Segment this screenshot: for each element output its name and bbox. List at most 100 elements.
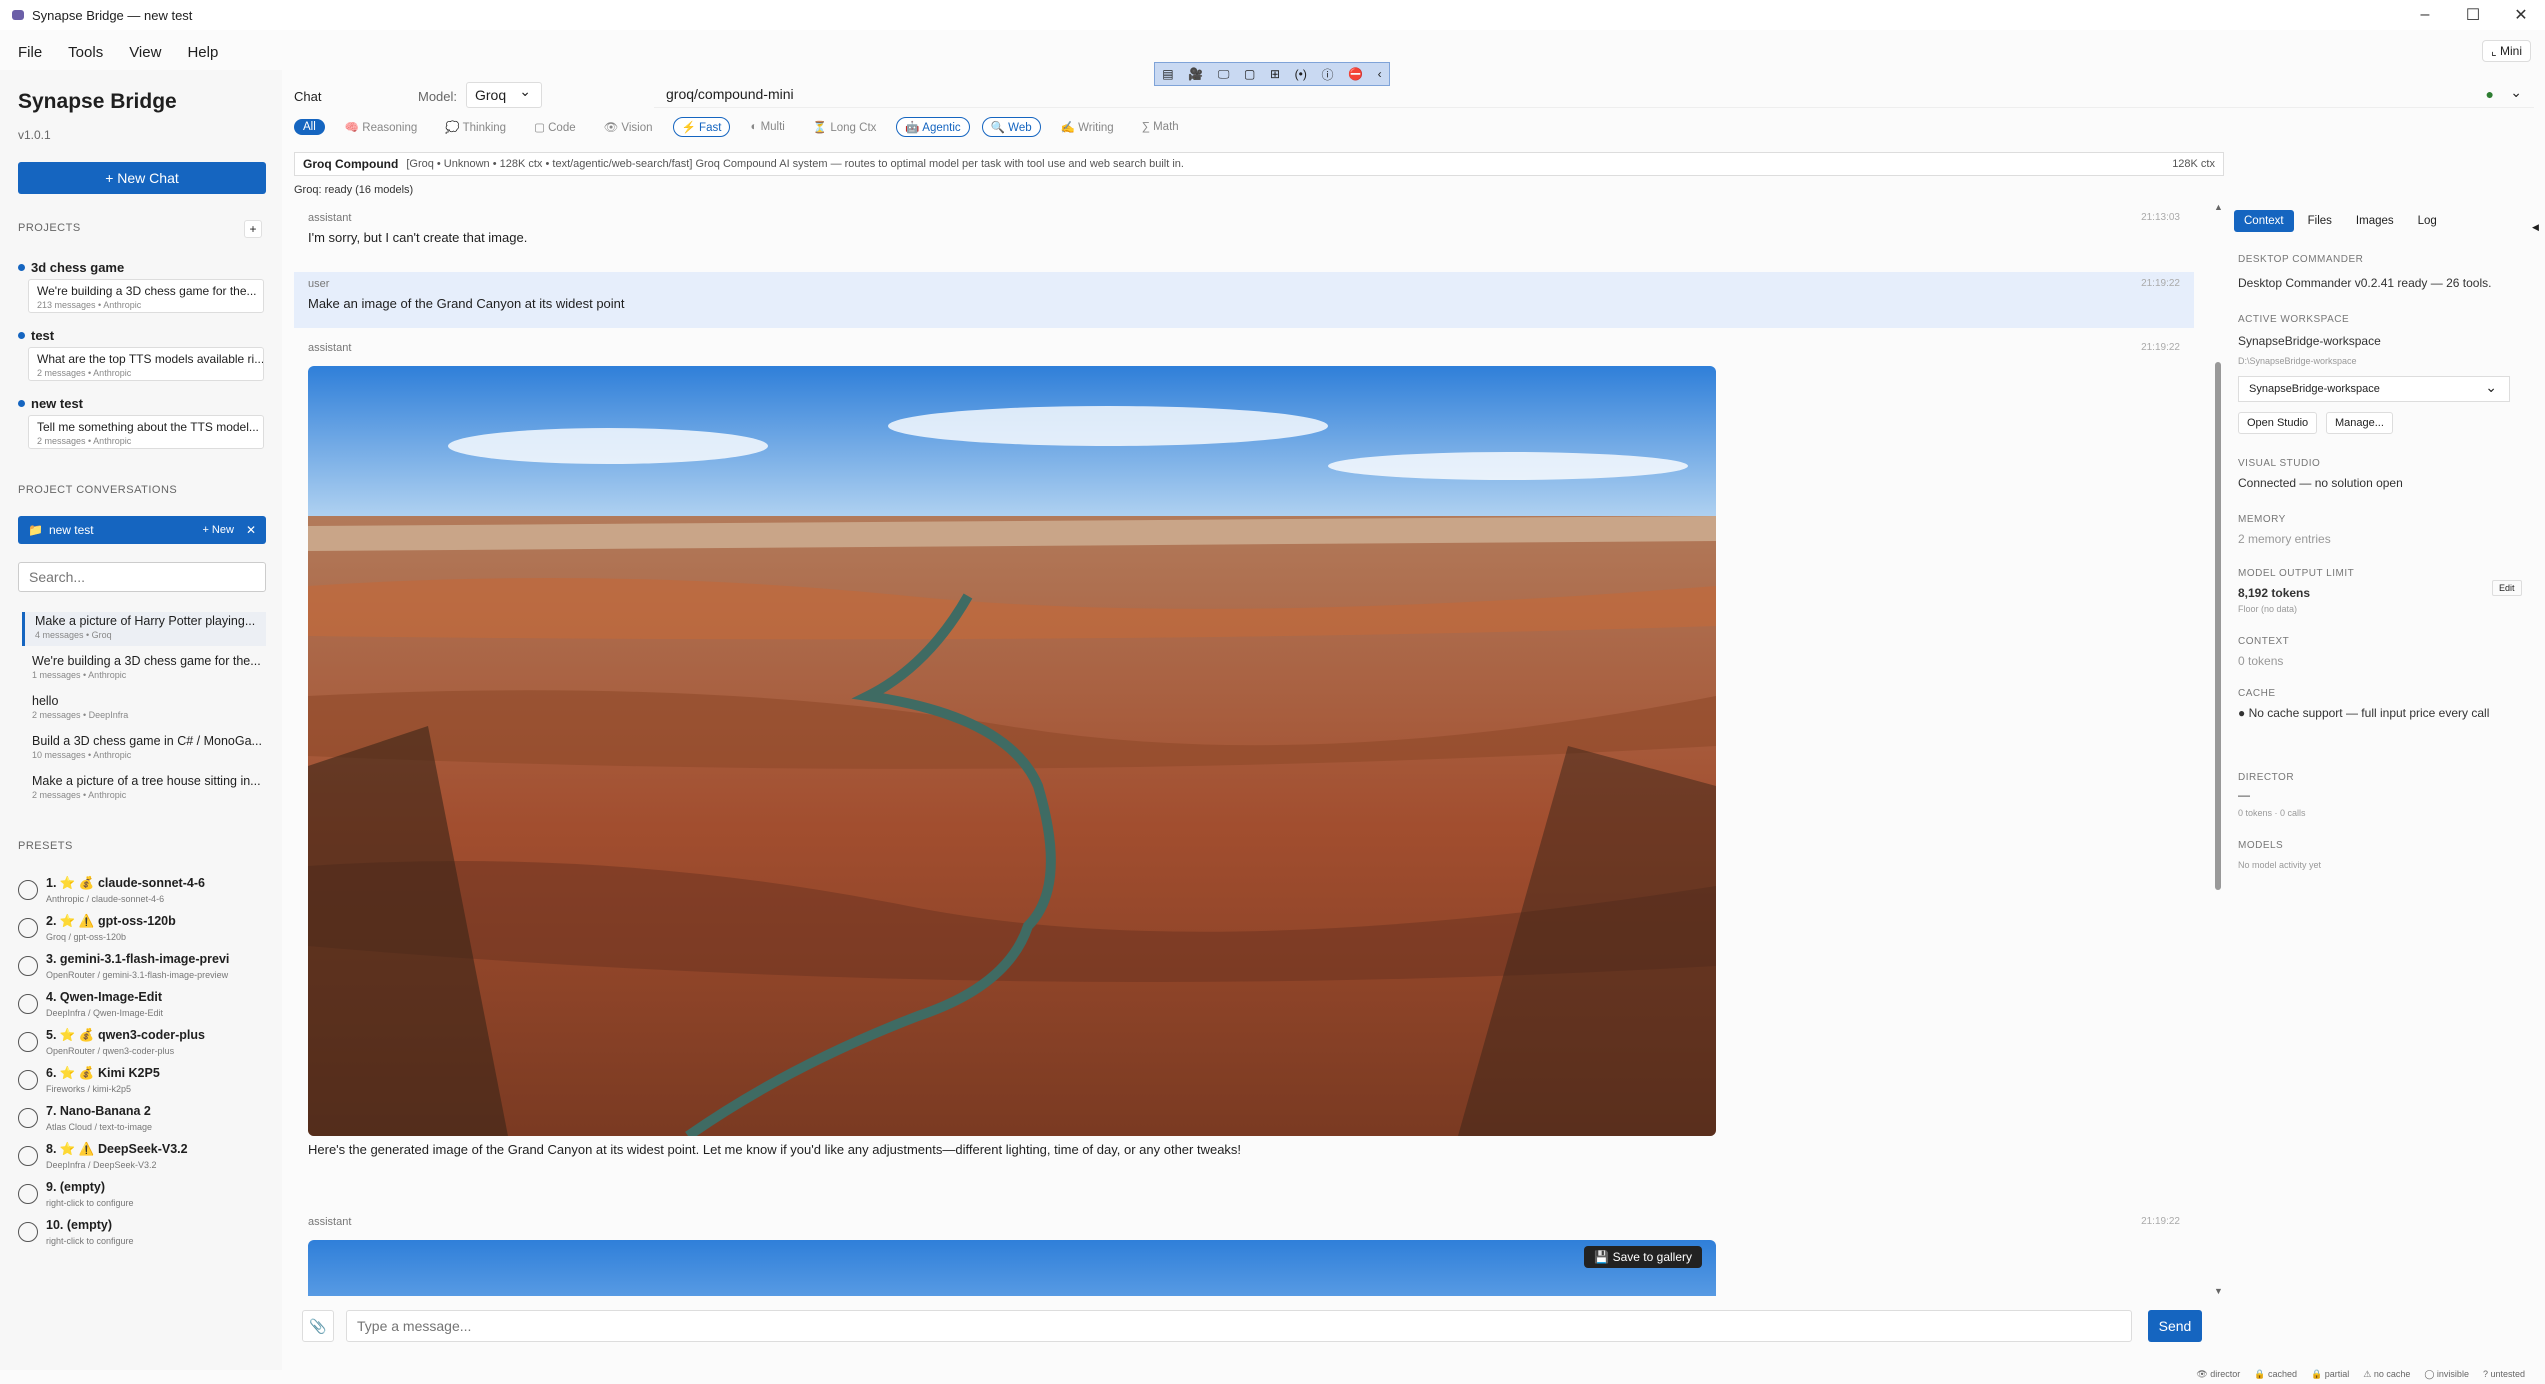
- cache-header: CACHE: [2238, 688, 2276, 699]
- generated-image[interactable]: 💾 Save to gallery: [308, 1240, 1716, 1296]
- legend-cached: 🔒 cached: [2254, 1368, 2298, 1379]
- toolstrip-region-icon[interactable]: ⊞: [1270, 67, 1280, 81]
- tab-context[interactable]: Context: [2234, 210, 2294, 232]
- tab-log[interactable]: Log: [2408, 210, 2447, 232]
- scrollbar-thumb[interactable]: [2215, 362, 2221, 890]
- preset-item[interactable]: 9. (empty) right-click to configure: [18, 1178, 268, 1212]
- project-conversation-card[interactable]: What are the top TTS models available ri…: [28, 347, 264, 381]
- card-meta: 213 messages • Anthropic: [37, 300, 142, 310]
- active-project-bar[interactable]: 📁 new test + New ✕: [18, 516, 266, 544]
- menu-view[interactable]: View: [129, 44, 161, 61]
- preset-item[interactable]: 7. Nano-Banana 2 Atlas Cloud / text-to-im…: [18, 1102, 268, 1136]
- model-selector[interactable]: groq/compound-mini ● ⌄: [654, 80, 2534, 108]
- tab-images[interactable]: Images: [2346, 210, 2404, 232]
- manage-button[interactable]: Manage...: [2326, 412, 2393, 434]
- preset-item[interactable]: 5. ⭐ 💰 qwen3-coder-plus OpenRouter / qwen…: [18, 1026, 268, 1060]
- maximize-icon[interactable]: ☐: [2449, 0, 2497, 30]
- filter-writing[interactable]: ✍ Writing: [1053, 118, 1122, 136]
- provider-dropdown[interactable]: Groq: [466, 82, 542, 108]
- workspace-path: D:\SynapseBridge-workspace: [2238, 356, 2357, 366]
- toolstrip-screen-icon[interactable]: 🖵: [1218, 67, 1230, 82]
- menu-file[interactable]: File: [18, 44, 42, 61]
- message-scrollbar[interactable]: ▲ ▼: [2214, 202, 2223, 1296]
- preset-radio[interactable]: [18, 1070, 38, 1090]
- preset-radio[interactable]: [18, 918, 38, 938]
- preset-item[interactable]: 1. ⭐ 💰 claude-sonnet-4-6 Anthropic / clau…: [18, 874, 268, 908]
- preset-radio[interactable]: [18, 1146, 38, 1166]
- project-item[interactable]: 3d chess game We're building a 3D chess …: [18, 260, 268, 313]
- preset-radio[interactable]: [18, 1032, 38, 1052]
- conversation-item[interactable]: Make a picture of a tree house sitting i…: [22, 772, 266, 806]
- generated-image[interactable]: [308, 366, 1716, 1136]
- filter-math[interactable]: ∑ Math: [1134, 119, 1187, 135]
- toolstrip-camera-icon[interactable]: 🎥: [1188, 67, 1203, 81]
- preset-radio[interactable]: [18, 1108, 38, 1128]
- send-button[interactable]: Send: [2148, 1310, 2202, 1342]
- filter-thinking[interactable]: 💭 Thinking: [437, 118, 514, 136]
- preset-item[interactable]: 10. (empty) right-click to configure: [18, 1216, 268, 1250]
- memory-header: MEMORY: [2238, 514, 2286, 525]
- capability-filters: All 🧠 Reasoning 💭 Thinking ▢ Code 👁 Visi…: [294, 116, 1199, 138]
- filter-vision[interactable]: 👁 Vision: [596, 118, 661, 136]
- edit-limit-button[interactable]: Edit: [2492, 580, 2522, 596]
- message-list[interactable]: assistant 21:13:03 I'm sorry, but I can'…: [294, 206, 2194, 1296]
- preset-radio[interactable]: [18, 1222, 38, 1242]
- save-to-gallery-button[interactable]: 💾 Save to gallery: [1584, 1246, 1702, 1268]
- paperclip-icon[interactable]: 📎: [302, 1310, 334, 1342]
- open-studio-button[interactable]: Open Studio: [2238, 412, 2318, 434]
- project-item[interactable]: test What are the top TTS models availab…: [18, 328, 268, 381]
- filter-reasoning[interactable]: 🧠 Reasoning: [337, 118, 426, 136]
- filter-agentic[interactable]: 🤖 Agentic: [896, 117, 970, 137]
- conversation-search-input[interactable]: [18, 562, 266, 592]
- add-project-button[interactable]: +: [244, 220, 262, 238]
- project-item[interactable]: new test Tell me something about the TTS…: [18, 396, 268, 449]
- toolstrip-list-icon[interactable]: ▤: [1162, 67, 1173, 81]
- conversation-item[interactable]: Build a 3D chess game in C# / MonoGa... 1…: [22, 732, 266, 766]
- project-name: new test: [18, 396, 268, 411]
- minimize-icon[interactable]: –: [2401, 0, 2449, 30]
- preset-model: right-click to configure: [46, 1236, 134, 1246]
- filter-web[interactable]: 🔍 Web: [981, 117, 1041, 137]
- message-role: assistant: [308, 342, 352, 354]
- project-conversation-card[interactable]: Tell me something about the TTS model...…: [28, 415, 264, 449]
- workspace-dropdown[interactable]: SynapseBridge-workspace: [2238, 376, 2510, 402]
- preset-radio[interactable]: [18, 880, 38, 900]
- conversation-item[interactable]: We're building a 3D chess game for the..…: [22, 652, 266, 686]
- toolstrip-info-icon[interactable]: ⓘ: [1321, 66, 1333, 83]
- close-project-icon[interactable]: ✕: [246, 523, 256, 537]
- preset-item[interactable]: 8. ⭐ ⚠️ DeepSeek-V3.2 DeepInfra / DeepSee…: [18, 1140, 268, 1174]
- conversation-meta: 2 messages • Anthropic: [32, 790, 127, 800]
- preset-item[interactable]: 3. gemini-3.1-flash-image-previ OpenRoute…: [18, 950, 268, 984]
- filter-all[interactable]: All: [294, 119, 325, 135]
- preset-name: 6. ⭐ 💰 Kimi K2P5: [46, 1066, 160, 1080]
- toolstrip-collapse-icon[interactable]: ‹: [1378, 67, 1382, 81]
- preset-radio[interactable]: [18, 1184, 38, 1204]
- preset-radio[interactable]: [18, 956, 38, 976]
- new-project-conversation-button[interactable]: + New: [202, 524, 234, 536]
- message-input[interactable]: [346, 1310, 2132, 1342]
- new-chat-button[interactable]: + New Chat: [18, 162, 266, 194]
- menu-help[interactable]: Help: [187, 44, 218, 61]
- preset-item[interactable]: 4. Qwen-Image-Edit DeepInfra / Qwen-Image…: [18, 988, 268, 1022]
- preset-radio[interactable]: [18, 994, 38, 1014]
- collapse-panel-icon[interactable]: ◀: [2532, 222, 2539, 233]
- filter-fast[interactable]: ⚡ Fast: [672, 117, 731, 137]
- tab-files[interactable]: Files: [2298, 210, 2342, 232]
- presets-header: PRESETS: [18, 840, 73, 852]
- mini-mode-button[interactable]: ⌞ Mini: [2482, 40, 2531, 62]
- filter-code[interactable]: ▢ Code: [526, 118, 584, 136]
- preset-item[interactable]: 6. ⭐ 💰 Kimi K2P5 Fireworks / kimi-k2p5: [18, 1064, 268, 1098]
- project-conversation-card[interactable]: We're building a 3D chess game for the..…: [28, 279, 264, 313]
- chevron-down-icon[interactable]: ⌄: [2510, 84, 2522, 101]
- toolstrip-broadcast-icon[interactable]: (•): [1295, 67, 1307, 81]
- filter-multi[interactable]: ◐ Multi: [742, 119, 792, 135]
- conversation-item[interactable]: Make a picture of Harry Potter playing..…: [22, 612, 266, 646]
- menu-tools[interactable]: Tools: [68, 44, 103, 61]
- conversation-item[interactable]: hello 2 messages • DeepInfra: [22, 692, 266, 726]
- legend-director: 👁 director: [2196, 1368, 2241, 1379]
- toolstrip-stop-icon[interactable]: ⛔: [1348, 67, 1363, 81]
- toolstrip-window-icon[interactable]: ▢: [1244, 67, 1255, 81]
- preset-item[interactable]: 2. ⭐ ⚠️ gpt-oss-120b Groq / gpt-oss-120b: [18, 912, 268, 946]
- close-icon[interactable]: ✕: [2497, 0, 2545, 30]
- filter-long-ctx[interactable]: ⏳ Long Ctx: [805, 118, 885, 136]
